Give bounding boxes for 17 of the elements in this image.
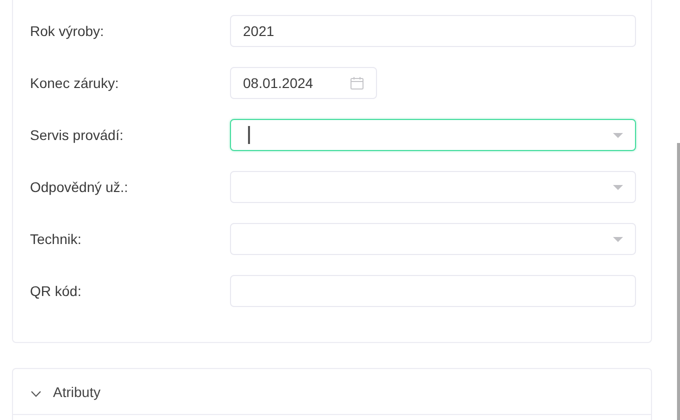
calendar-icon[interactable] — [350, 76, 364, 90]
chevron-down-icon[interactable] — [31, 390, 41, 396]
section-title[interactable]: Atributy — [53, 384, 100, 400]
field-label: Rok výroby: — [29, 23, 105, 39]
date-field[interactable]: 08.01.2024 — [230, 67, 377, 99]
dropdown-arrow-icon[interactable] — [613, 132, 623, 138]
field-label: Konec záruky: — [29, 75, 120, 91]
text-field[interactable]: 2021 — [230, 15, 636, 47]
select-field[interactable] — [230, 119, 636, 151]
text-cursor — [248, 126, 250, 144]
scrollbar-thumb[interactable] — [677, 143, 680, 420]
field-label: Technik: — [29, 231, 82, 247]
dropdown-arrow-icon[interactable] — [613, 236, 623, 242]
dropdown-arrow-icon[interactable] — [613, 184, 623, 190]
field-label: QR kód: — [29, 283, 82, 299]
field-label: Odpovědný už.: — [29, 179, 130, 195]
field-label: Servis provádí: — [29, 127, 124, 143]
